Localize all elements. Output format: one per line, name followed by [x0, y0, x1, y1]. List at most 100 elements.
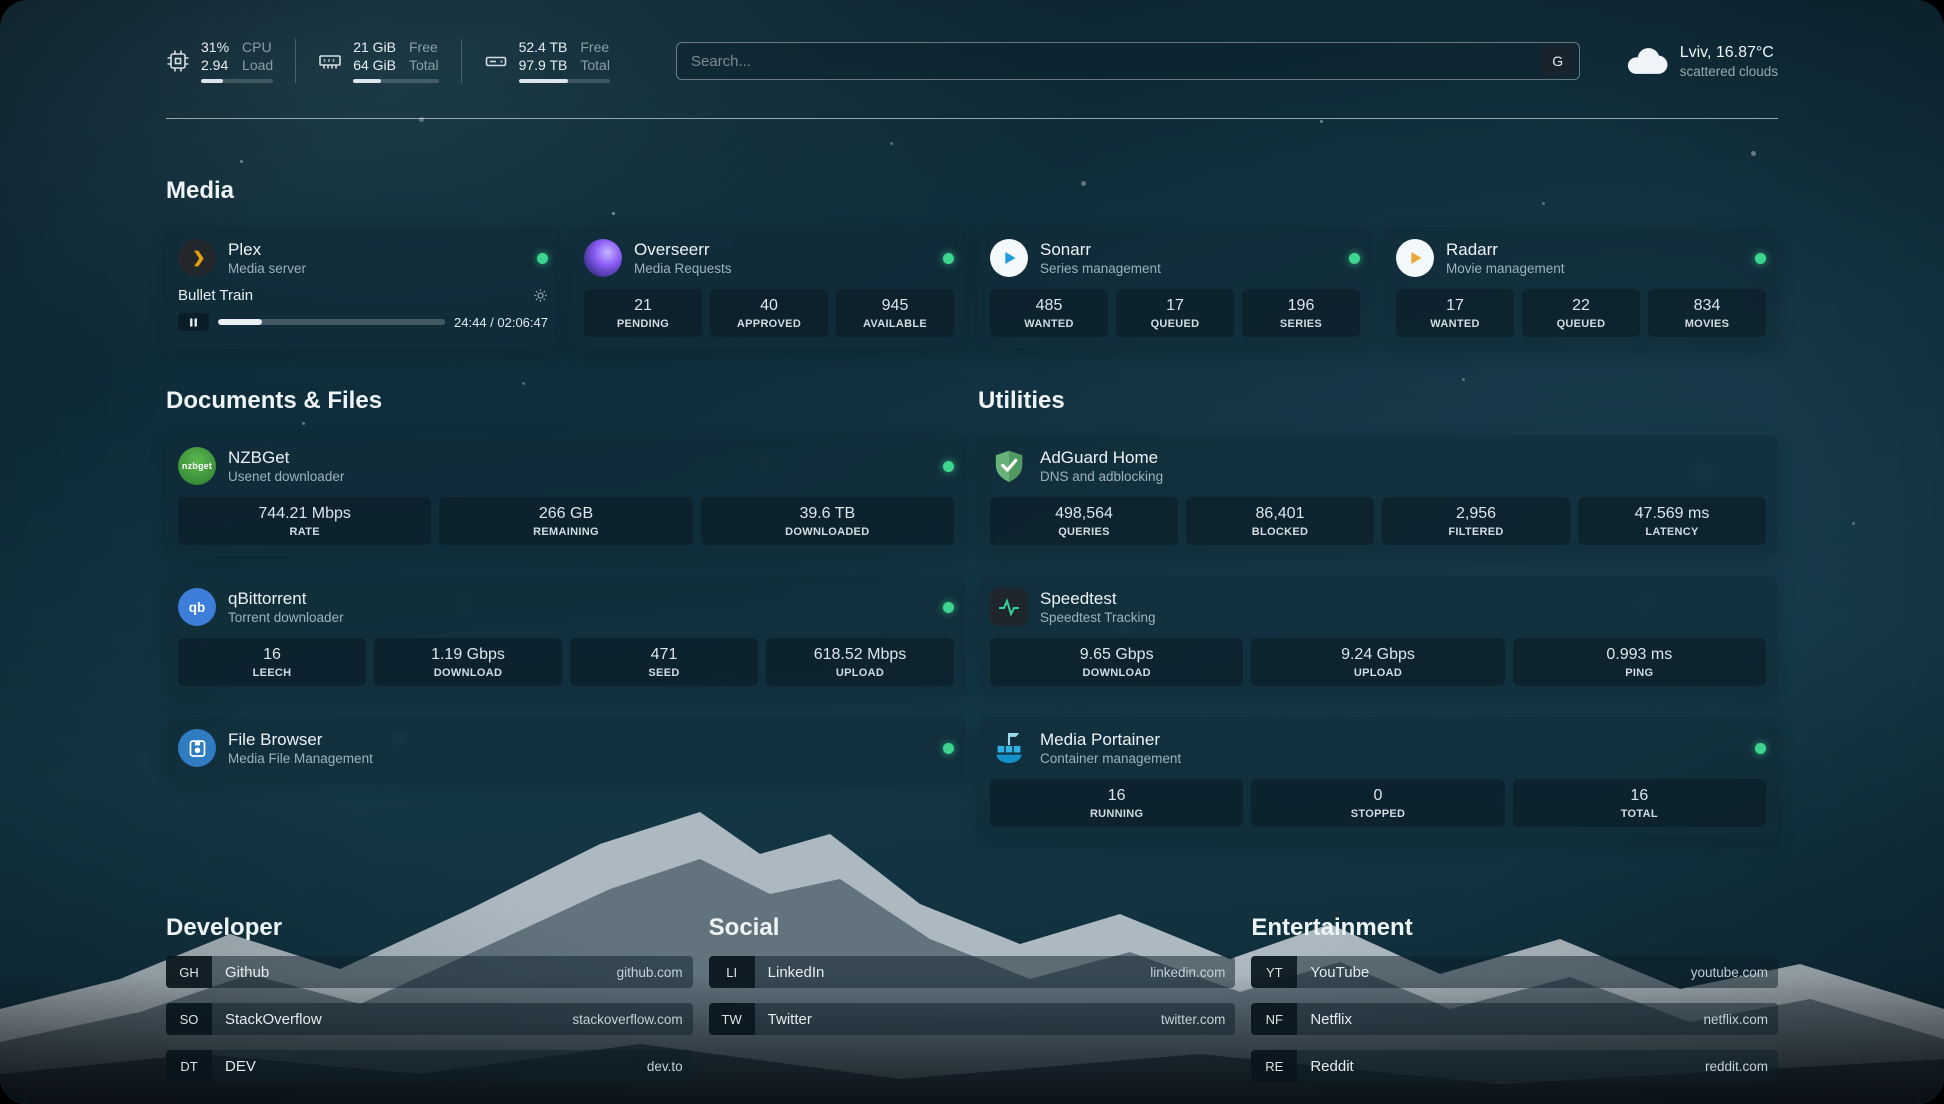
memory-progress-bar — [353, 79, 438, 83]
service-description: Container management — [1040, 750, 1181, 767]
cpu-load-label: Load — [242, 57, 273, 74]
stat-download: 1.19 GbpsDOWNLOAD — [374, 638, 562, 686]
service-name: NZBGet — [228, 447, 344, 468]
bookmark-url: stackoverflow.com — [572, 1012, 682, 1027]
header-divider — [166, 118, 1778, 119]
service-card-speedtest[interactable]: Speedtest Speedtest Tracking 9.65 GbpsDO… — [978, 576, 1778, 698]
resource-monitors: 31% CPU 2.94 Load — [166, 39, 632, 83]
service-name: Plex — [228, 239, 306, 260]
disk-free-label: Free — [580, 39, 610, 56]
bookmark-youtube[interactable]: YT YouTube youtube.com — [1251, 956, 1778, 988]
service-description: Speedtest Tracking — [1040, 609, 1156, 626]
service-card-adguard[interactable]: AdGuard Home DNS and adblocking 498,564Q… — [978, 435, 1778, 557]
service-description: Usenet downloader — [228, 468, 344, 485]
cloud-icon — [1624, 45, 1668, 78]
bookmark-netflix[interactable]: NF Netflix netflix.com — [1251, 1003, 1778, 1035]
utilities-column: Utilities AdGuard Home DNS and adbl — [978, 387, 1778, 858]
weather-location: Lviv, 16.87°C — [1680, 43, 1778, 63]
service-description: Media server — [228, 260, 306, 277]
stat-queued: 22QUEUED — [1522, 289, 1640, 337]
status-dot — [1755, 743, 1766, 754]
search-input[interactable] — [676, 42, 1580, 80]
stat-ping: 0.993 msPING — [1513, 638, 1766, 686]
gear-icon[interactable] — [533, 288, 548, 303]
stat-running: 16RUNNING — [990, 779, 1243, 827]
disk-progress-bar — [519, 79, 610, 83]
bookmark-name: StackOverflow — [225, 1011, 322, 1028]
bookmark-name: Reddit — [1310, 1058, 1353, 1075]
bookmark-github[interactable]: GH Github github.com — [166, 956, 693, 988]
memory-free-label: Free — [409, 39, 439, 56]
bookmark-abbr: DT — [166, 1050, 212, 1082]
memory-total-label: Total — [409, 57, 439, 74]
search-provider-button[interactable]: G — [1541, 46, 1575, 76]
service-card-portainer[interactable]: Media Portainer Container management 16R… — [978, 717, 1778, 839]
now-playing-title: Bullet Train — [178, 287, 253, 304]
service-description: Torrent downloader — [228, 609, 344, 626]
service-card-nzbget[interactable]: nzbget NZBGet Usenet downloader 744.21 M… — [166, 435, 966, 557]
bookmark-name: Twitter — [768, 1011, 812, 1028]
speedtest-icon — [990, 588, 1028, 626]
service-card-sonarr[interactable]: Sonarr Series management 485WANTED 17QUE… — [978, 227, 1372, 349]
playback-progress-bar — [218, 319, 445, 325]
pause-button[interactable] — [178, 313, 209, 331]
bookmark-url: dev.to — [647, 1059, 683, 1074]
bookmark-reddit[interactable]: RE Reddit reddit.com — [1251, 1050, 1778, 1082]
bookmark-group-social: Social LI LinkedIn linkedin.com TW Twitt… — [709, 914, 1236, 1097]
stat-queued: 17QUEUED — [1116, 289, 1234, 337]
service-description: Series management — [1040, 260, 1161, 277]
section-title-entertainment: Entertainment — [1251, 914, 1778, 942]
media-grid: Plex Media server Bullet Train — [166, 227, 1778, 349]
service-description: Media File Management — [228, 750, 373, 767]
stat-queries: 498,564QUERIES — [990, 497, 1178, 545]
radarr-icon — [1396, 239, 1434, 277]
service-description: DNS and adblocking — [1040, 468, 1163, 485]
service-name: AdGuard Home — [1040, 447, 1163, 468]
cpu-usage-value: 31% — [201, 39, 229, 56]
bookmark-abbr: GH — [166, 956, 212, 988]
stat-remaining: 266 GBREMAINING — [439, 497, 692, 545]
cpu-progress-bar — [201, 79, 273, 83]
status-dot — [943, 253, 954, 264]
service-card-radarr[interactable]: Radarr Movie management 17WANTED 22QUEUE… — [1384, 227, 1778, 349]
stat-seed: 471SEED — [570, 638, 758, 686]
bookmark-twitter[interactable]: TW Twitter twitter.com — [709, 1003, 1236, 1035]
service-name: Speedtest — [1040, 588, 1156, 609]
stat-upload: 9.24 GbpsUPLOAD — [1251, 638, 1504, 686]
disk-total-label: Total — [580, 57, 610, 74]
bookmark-stackoverflow[interactable]: SO StackOverflow stackoverflow.com — [166, 1003, 693, 1035]
status-dot — [1349, 253, 1360, 264]
bookmark-url: linkedin.com — [1150, 965, 1225, 980]
bookmark-name: YouTube — [1310, 964, 1369, 981]
service-card-qbittorrent[interactable]: qb qBittorrent Torrent downloader 16LEEC… — [166, 576, 966, 698]
bookmark-url: github.com — [617, 965, 683, 980]
bookmark-name: Github — [225, 964, 269, 981]
service-card-overseerr[interactable]: Overseerr Media Requests 21PENDING 40APP… — [572, 227, 966, 349]
section-title-social: Social — [709, 914, 1236, 942]
portainer-icon — [990, 729, 1028, 767]
disk-icon — [484, 49, 508, 73]
section-title-media: Media — [166, 177, 1778, 205]
stat-blocked: 86,401BLOCKED — [1186, 497, 1374, 545]
dashboard-window: 31% CPU 2.94 Load — [0, 0, 1944, 1104]
bookmark-name: LinkedIn — [768, 964, 825, 981]
filebrowser-icon — [178, 729, 216, 767]
weather-condition: scattered clouds — [1680, 63, 1778, 80]
bookmark-url: netflix.com — [1703, 1012, 1768, 1027]
snow-particles — [0, 0, 3, 3]
service-card-filebrowser[interactable]: File Browser Media File Management — [166, 717, 966, 779]
bookmark-abbr: SO — [166, 1003, 212, 1035]
stat-downloaded: 39.6 TBDOWNLOADED — [701, 497, 954, 545]
bookmark-dev[interactable]: DT DEV dev.to — [166, 1050, 693, 1082]
bookmark-linkedin[interactable]: LI LinkedIn linkedin.com — [709, 956, 1236, 988]
bookmark-name: Netflix — [1310, 1011, 1352, 1028]
bookmark-url: reddit.com — [1705, 1059, 1768, 1074]
service-card-plex[interactable]: Plex Media server Bullet Train — [166, 227, 560, 349]
status-dot — [1755, 253, 1766, 264]
stat-available: 945AVAILABLE — [836, 289, 954, 337]
bookmark-abbr: YT — [1251, 956, 1297, 988]
stat-latency: 47.569 msLATENCY — [1578, 497, 1766, 545]
cpu-icon — [166, 49, 190, 73]
documents-column: Documents & Files nzbget NZBGet Usenet d… — [166, 387, 966, 858]
disk-total-value: 97.9 TB — [519, 57, 568, 74]
